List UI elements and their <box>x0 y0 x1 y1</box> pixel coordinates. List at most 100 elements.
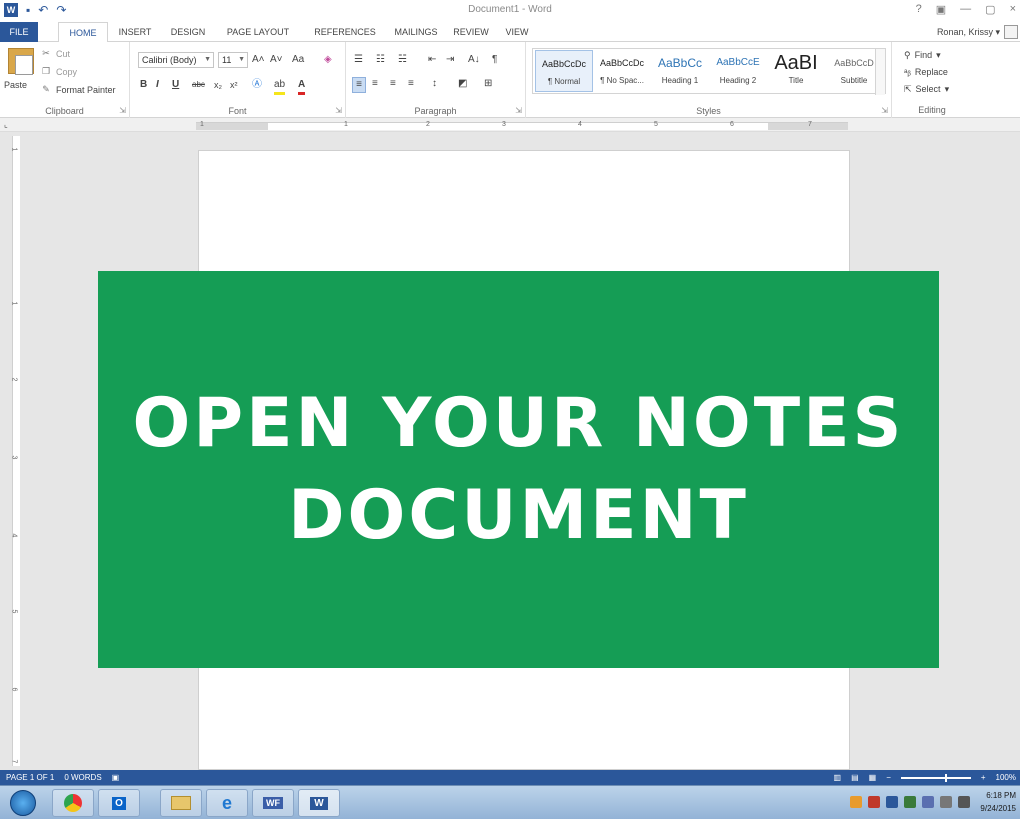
tab-selector-icon[interactable]: ⌞ <box>4 120 14 130</box>
tray-app-icon[interactable] <box>904 796 916 808</box>
increase-indent-icon[interactable]: ⇥ <box>446 53 454 67</box>
volume-icon[interactable] <box>958 796 970 808</box>
format-painter-button[interactable]: ✎ Format Painter <box>40 84 115 95</box>
show-formatting-button[interactable]: ¶ <box>492 53 497 67</box>
justify-icon[interactable]: ≡ <box>408 77 414 91</box>
user-avatar[interactable] <box>1004 25 1018 39</box>
underline-button[interactable]: U <box>172 78 179 92</box>
clipboard-label: Clipboard <box>45 106 84 116</box>
grow-font-button[interactable]: A˄ <box>252 53 265 67</box>
tab-design[interactable]: DESIGN <box>164 22 212 42</box>
tray-app-icon[interactable] <box>868 796 880 808</box>
start-button[interactable] <box>10 790 36 816</box>
zoom-slider[interactable] <box>900 773 971 782</box>
italic-button[interactable]: I <box>156 78 159 92</box>
left-margin <box>196 123 268 130</box>
decrease-indent-icon[interactable]: ⇤ <box>428 53 436 67</box>
paste-button[interactable]: Paste <box>4 80 27 90</box>
bold-button[interactable]: B <box>140 78 147 92</box>
style-no-spacing[interactable]: AaBbCcDc ¶ No Spac... <box>593 50 651 92</box>
zoom-in-icon[interactable]: + <box>981 770 986 785</box>
clock-date: 9/24/2015 <box>980 804 1016 813</box>
styles-launcher-icon[interactable]: ⇲ <box>881 106 888 115</box>
proofing-icon[interactable]: ▣ <box>112 770 120 785</box>
paragraph-launcher-icon[interactable]: ⇲ <box>515 106 522 115</box>
instruction-banner: OPEN YOUR NOTES DOCUMENT <box>98 271 939 668</box>
vertical-ruler[interactable]: 1 1 2 3 4 5 6 7 <box>10 136 20 766</box>
find-button[interactable]: ⚲ Find ▾ <box>904 50 941 61</box>
subscript-button[interactable]: x₂ <box>214 78 222 92</box>
align-left-icon[interactable]: ≡ <box>352 77 366 93</box>
zoom-thumb[interactable] <box>944 773 947 782</box>
restore-button[interactable]: ▢ <box>985 3 995 16</box>
tab-file[interactable]: FILE <box>0 22 38 42</box>
help-button[interactable]: ? <box>916 3 922 16</box>
page-count[interactable]: PAGE 1 OF 1 <box>6 770 54 785</box>
styles-gallery-scroll[interactable] <box>875 49 885 95</box>
font-size-select[interactable]: 11 ▼ <box>218 52 248 68</box>
read-mode-icon[interactable]: ▥ <box>834 770 842 785</box>
font-family-select[interactable]: Calibri (Body) ▼ <box>138 52 214 68</box>
close-button[interactable]: × <box>1010 3 1016 16</box>
tray-app-icon[interactable] <box>886 796 898 808</box>
clock[interactable]: 6:18 PM 9/24/2015 <box>980 789 1016 815</box>
tab-references[interactable]: REFERENCES <box>305 22 385 42</box>
select-button[interactable]: ⇱ Select ▾ <box>904 84 949 95</box>
tab-page-layout[interactable]: PAGE LAYOUT <box>220 22 296 42</box>
file-explorer-icon[interactable] <box>160 789 202 817</box>
change-case-button[interactable]: Aa <box>292 53 304 67</box>
replace-button[interactable]: ᵃᵦ Replace <box>904 67 948 77</box>
tray-app-icon[interactable] <box>922 796 934 808</box>
web-layout-icon[interactable]: ▦ <box>869 770 877 785</box>
style-heading-1[interactable]: AaBbCc Heading 1 <box>651 50 709 92</box>
chrome-icon[interactable] <box>52 789 94 817</box>
style-title[interactable]: AaBI Title <box>767 50 825 92</box>
superscript-button[interactable]: x² <box>230 78 238 92</box>
numbering-icon[interactable]: ☷ <box>376 53 385 67</box>
borders-icon[interactable]: ⊞ <box>484 77 492 91</box>
zoom-out-icon[interactable]: − <box>886 770 891 785</box>
word-count[interactable]: 0 WORDS <box>64 770 101 785</box>
wf-icon[interactable]: WF <box>252 789 294 817</box>
highlight-icon[interactable]: ab <box>274 78 286 95</box>
user-name: Ronan, Krissy <box>936 27 993 37</box>
tab-review[interactable]: REVIEW <box>449 22 493 42</box>
print-layout-icon[interactable]: ▤ <box>851 770 859 785</box>
user-account[interactable]: Ronan, Krissy ▾ <box>937 22 1000 42</box>
bullets-icon[interactable]: ☰ <box>354 53 363 67</box>
outlook-icon[interactable]: O <box>98 789 140 817</box>
tab-view[interactable]: VIEW <box>500 22 534 42</box>
strikethrough-button[interactable]: abc <box>192 78 205 92</box>
line-spacing-icon[interactable]: ↕ <box>432 77 437 91</box>
system-tray <box>850 796 970 808</box>
word-icon[interactable]: W <box>298 789 340 817</box>
zoom-level[interactable]: 100% <box>996 770 1016 785</box>
horizontal-ruler[interactable]: 1 1 2 3 4 5 6 7 <box>196 121 848 130</box>
paste-icon[interactable] <box>8 48 34 75</box>
tray-app-icon[interactable] <box>850 796 862 808</box>
tab-mailings[interactable]: MAILINGS <box>390 22 442 42</box>
align-center-icon[interactable]: ≡ <box>372 77 378 91</box>
internet-explorer-icon[interactable]: e <box>206 789 248 817</box>
copy-icon: ❐ <box>41 66 51 76</box>
taskbar: O e WF W 6:18 PM 9/24/2015 <box>0 785 1020 819</box>
font-color-icon[interactable]: A <box>298 78 306 95</box>
text-effects-icon[interactable]: Ⓐ <box>252 78 262 92</box>
ribbon-display-button[interactable]: ▣ <box>936 3 946 16</box>
multilevel-list-icon[interactable]: ☵ <box>398 53 407 67</box>
style-heading-2[interactable]: AaBbCcE Heading 2 <box>709 50 767 92</box>
minimize-button[interactable]: — <box>960 3 971 16</box>
network-icon[interactable] <box>940 796 952 808</box>
shading-icon[interactable]: ◩ <box>458 77 467 91</box>
tab-home[interactable]: HOME <box>58 22 108 43</box>
copy-button[interactable]: ❐ Copy <box>40 66 77 77</box>
clear-format-icon[interactable]: ◈ <box>324 53 332 67</box>
style-normal[interactable]: AaBbCcDc ¶ Normal <box>535 50 593 92</box>
sort-button[interactable]: A↓ <box>468 53 480 67</box>
clipboard-launcher-icon[interactable]: ⇲ <box>119 106 126 115</box>
shrink-font-button[interactable]: A˅ <box>270 53 283 67</box>
font-launcher-icon[interactable]: ⇲ <box>335 106 342 115</box>
align-right-icon[interactable]: ≡ <box>390 77 396 91</box>
tab-insert[interactable]: INSERT <box>112 22 158 42</box>
cut-button[interactable]: ✂ Cut <box>40 48 70 59</box>
